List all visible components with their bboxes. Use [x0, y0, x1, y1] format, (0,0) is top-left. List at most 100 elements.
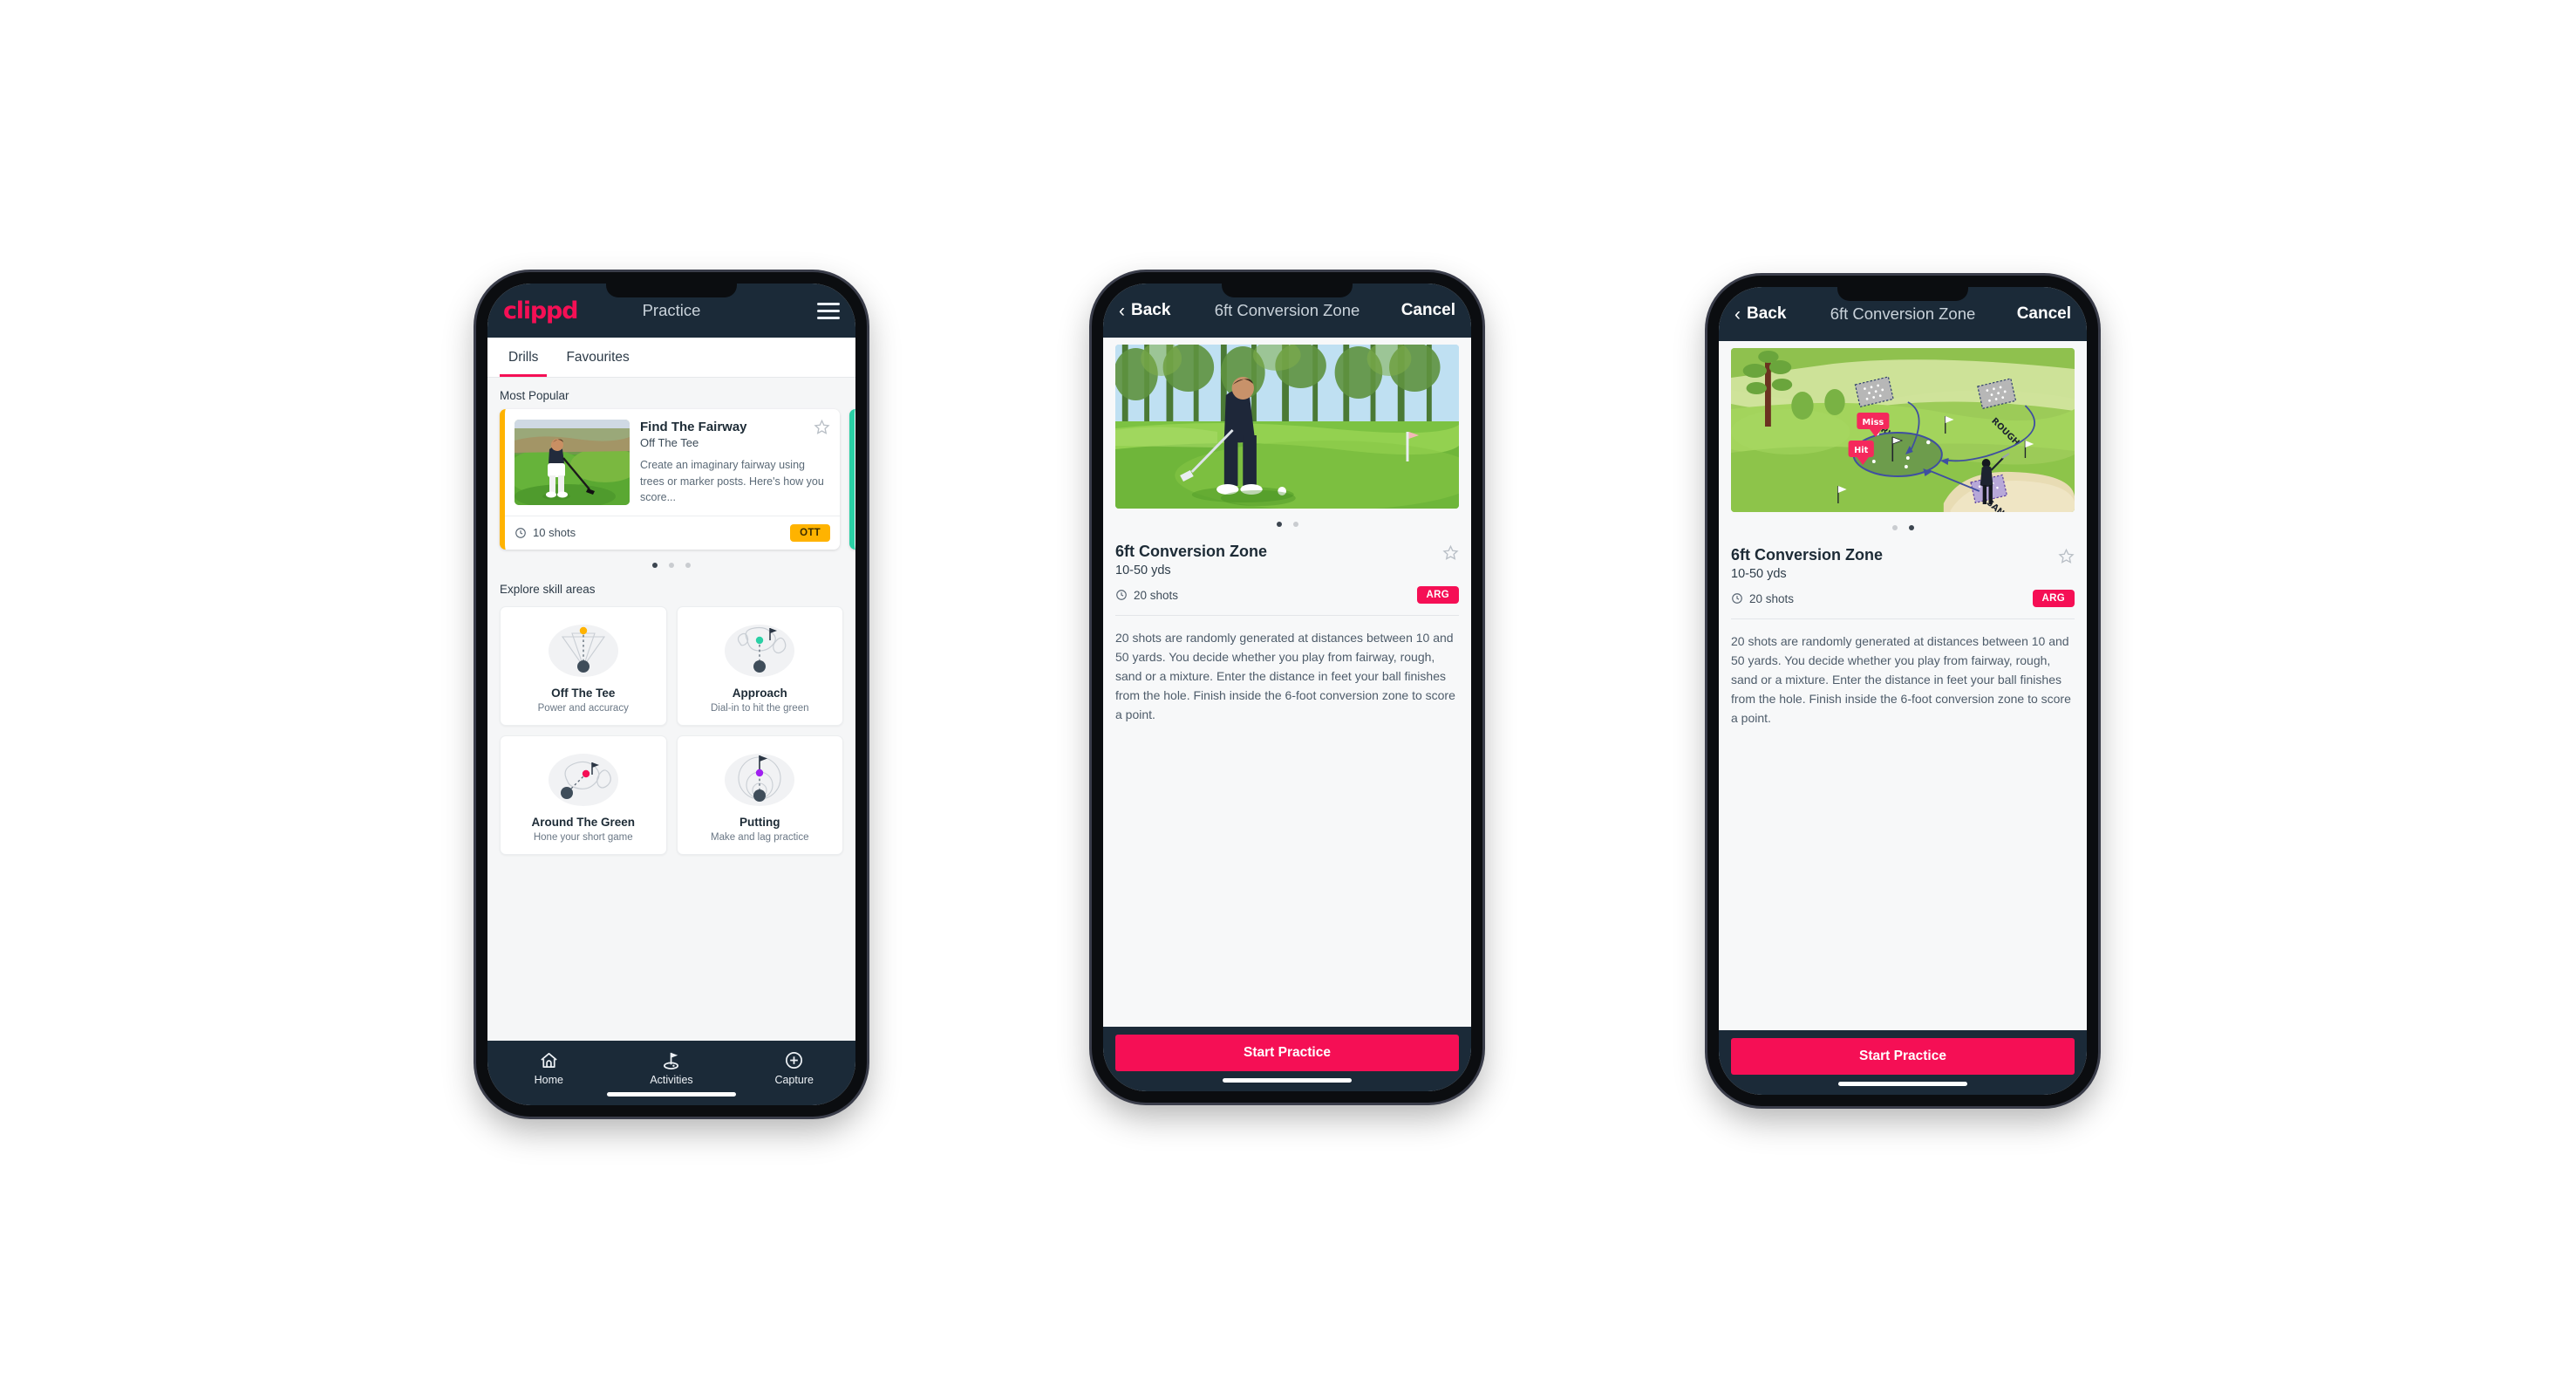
green-approach-icon — [683, 618, 838, 681]
skill-name: Approach — [732, 686, 787, 700]
skill-desc: Hone your short game — [533, 831, 633, 843]
drill-shots-count: 10 shots — [533, 526, 576, 539]
device-notch — [1837, 287, 1968, 301]
most-popular-heading: Most Popular — [500, 389, 569, 402]
skill-card-putting[interactable]: Putting Make and lag practice — [676, 734, 843, 855]
tab-drills[interactable]: Drills — [494, 338, 552, 377]
back-label: Back — [1747, 304, 1787, 323]
divider — [1731, 618, 2075, 619]
chip-icon — [506, 748, 661, 810]
carousel-dots[interactable] — [487, 550, 855, 571]
svg-text:Miss: Miss — [1863, 418, 1884, 427]
svg-text:Hit: Hit — [1854, 446, 1868, 455]
cancel-button[interactable]: Cancel — [2017, 304, 2071, 324]
clock-icon — [1731, 592, 1743, 605]
drill-shots-count: 20 shots — [1134, 588, 1179, 602]
carousel-dot-1[interactable] — [1891, 525, 1898, 530]
detail-content: 6ft Conversion Zone 10-50 yds 20 shots A… — [1103, 338, 1471, 1027]
cancel-button[interactable]: Cancel — [1401, 301, 1455, 320]
cta-footer: Start Practice — [1719, 1030, 2087, 1095]
drill-distance: 10-50 yds — [1115, 564, 1171, 577]
drill-distance: 10-50 yds — [1731, 567, 1787, 581]
drill-description: 20 shots are randomly generated at dista… — [1115, 631, 1455, 722]
carousel-dot-3[interactable] — [685, 562, 691, 568]
hamburger-icon[interactable] — [817, 298, 840, 324]
nav-item-home[interactable]: Home — [487, 1049, 610, 1086]
detail-content: FAIRWAY ROUGH — [1719, 341, 2087, 1030]
skill-name: Around The Green — [531, 815, 635, 829]
skill-name: Putting — [739, 815, 780, 829]
skill-desc: Power and accuracy — [537, 702, 629, 714]
skill-desc: Make and lag practice — [710, 831, 809, 843]
skill-card-approach[interactable]: Approach Dial-in to hit the green — [676, 605, 843, 726]
clock-icon — [515, 527, 527, 539]
drill-title-row: 6ft Conversion Zone 10-50 yds — [1115, 543, 1459, 577]
device-notch — [606, 284, 737, 297]
chevron-left-icon: ‹ — [1734, 304, 1741, 325]
skill-badge-ott: OTT — [790, 523, 830, 542]
home-indicator — [1838, 1082, 1967, 1086]
drill-carousel[interactable]: Find The Fairway Off The Tee Create an i… — [487, 409, 855, 550]
skill-name: Off The Tee — [551, 686, 616, 700]
nav-item-capture[interactable]: Capture — [733, 1049, 855, 1086]
plus-circle-icon — [733, 1049, 855, 1071]
star-outline-icon[interactable] — [1442, 543, 1459, 561]
tab-favourites-label: Favourites — [566, 349, 630, 365]
phone-mockup-drill-detail-photo: ‹ Back 6ft Conversion Zone Cancel 6ft Co… — [1092, 272, 1482, 1103]
drill-card-body: Find The Fairway Off The Tee Create an i… — [505, 409, 840, 516]
phone1-screen: clippd Practice Drills Favourites Most P… — [487, 284, 855, 1105]
drill-hero-illustration[interactable]: FAIRWAY ROUGH — [1731, 348, 2075, 512]
carousel-dot-2[interactable] — [669, 562, 674, 568]
carousel-dot-1[interactable] — [1276, 522, 1282, 527]
drill-title: 6ft Conversion Zone — [1115, 543, 1268, 560]
clock-icon — [1115, 589, 1128, 601]
back-label: Back — [1131, 301, 1171, 319]
phone3-screen: ‹ Back 6ft Conversion Zone Cancel ROUGH … — [1719, 287, 2087, 1095]
carousel-dots[interactable] — [1731, 512, 2075, 534]
tab-bar: Drills Favourites — [487, 338, 855, 378]
drill-shots-row: 20 shots ARG — [1115, 586, 1459, 604]
phone2-screen: ‹ Back 6ft Conversion Zone Cancel 6ft Co… — [1103, 284, 1471, 1091]
drill-subtitle: Off The Tee — [640, 436, 699, 449]
practice-content: Most Popular Find The Fairway Off The Te… — [487, 378, 855, 1041]
drill-card-footer: 10 shots OTT — [505, 515, 840, 550]
back-button[interactable]: ‹ Back — [1119, 301, 1170, 320]
cta-footer: Start Practice — [1103, 1027, 1471, 1091]
skill-card-off-the-tee[interactable]: Off The Tee Power and accuracy — [500, 605, 667, 726]
star-outline-icon[interactable] — [2058, 546, 2075, 564]
star-outline-icon[interactable] — [814, 419, 830, 435]
skill-card-around-the-green[interactable]: Around The Green Hone your short game — [500, 734, 667, 855]
drill-card[interactable]: Find The Fairway Off The Tee Create an i… — [500, 409, 840, 550]
drill-info: Find The Fairway Off The Tee Create an i… — [640, 419, 830, 506]
carousel-dot-1[interactable] — [652, 562, 658, 568]
clippd-logo[interactable]: clippd — [503, 297, 579, 325]
skill-badge-arg: ARG — [1416, 586, 1459, 604]
tab-drills-label: Drills — [508, 349, 539, 365]
carousel-dots[interactable] — [1115, 509, 1459, 530]
screenshot-canvas: clippd Practice Drills Favourites Most P… — [0, 0, 2576, 1387]
device-notch — [1222, 284, 1353, 297]
drill-shots-row: 20 shots ARG — [1731, 590, 2075, 607]
drill-title: 6ft Conversion Zone — [1731, 546, 1884, 564]
skill-desc: Dial-in to hit the green — [710, 702, 809, 714]
tab-favourites[interactable]: Favourites — [552, 338, 643, 377]
explore-skill-areas-heading: Explore skill areas — [500, 582, 596, 596]
drill-shots-count: 20 shots — [1749, 591, 1795, 605]
nav-label: Home — [534, 1074, 563, 1086]
back-button[interactable]: ‹ Back — [1734, 304, 1786, 324]
divider — [1115, 615, 1459, 616]
start-practice-button[interactable]: Start Practice — [1115, 1035, 1459, 1071]
nav-label: Capture — [774, 1074, 814, 1086]
tee-fan-icon — [506, 618, 661, 681]
carousel-dot-2[interactable] — [1292, 522, 1298, 527]
drill-thumbnail — [515, 420, 630, 505]
drill-card-next-peek[interactable] — [849, 409, 855, 550]
drill-description: Create an imaginary fairway using trees … — [640, 459, 824, 503]
home-icon — [487, 1049, 610, 1071]
carousel-dot-2[interactable] — [1908, 525, 1914, 530]
nav-item-activities[interactable]: Activities — [610, 1049, 733, 1086]
drill-hero-photo[interactable] — [1115, 345, 1459, 509]
home-indicator — [607, 1092, 736, 1097]
start-practice-button[interactable]: Start Practice — [1731, 1038, 2075, 1075]
drill-title: Find The Fairway — [640, 420, 747, 434]
